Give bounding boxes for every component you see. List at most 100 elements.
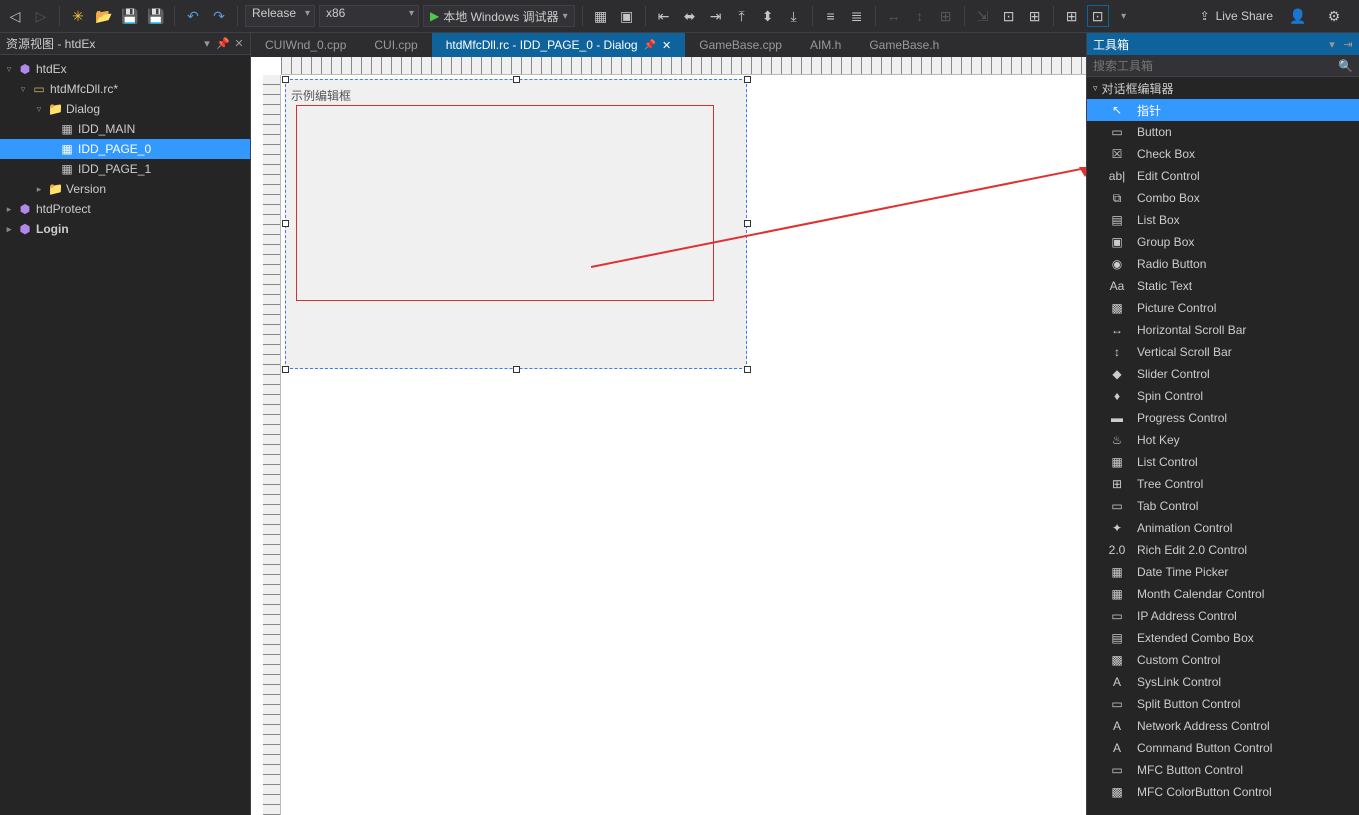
toolbox-item-label: Horizontal Scroll Bar [1137,323,1246,337]
redo-icon[interactable]: ↷ [208,5,230,27]
toolbox-item[interactable]: ♦Spin Control [1087,385,1359,407]
toolbox-search[interactable]: 🔍 [1087,55,1359,77]
tree-label: IDD_MAIN [78,122,135,136]
align-right-icon[interactable]: ⇥ [705,5,727,27]
tb-more-icon[interactable]: ▾ [1113,5,1135,27]
align-top-icon[interactable]: ⤒ [731,5,753,27]
dialog-icon: ▦ [60,122,74,136]
toolbox-item[interactable]: AaStatic Text [1087,275,1359,297]
run-button[interactable]: ▶ 本地 Windows 调试器 ▾ [423,5,575,27]
align-left-icon[interactable]: ⇤ [653,5,675,27]
close-icon[interactable]: ✕ [662,39,671,52]
grid-icon[interactable]: ⊞ [1061,5,1083,27]
toolbox-item[interactable]: ◉Radio Button [1087,253,1359,275]
close-icon[interactable]: ✕ [232,37,246,50]
toolbox-item[interactable]: ▭MFC Button Control [1087,759,1359,781]
toolbox-item[interactable]: ▤List Box [1087,209,1359,231]
guides-icon[interactable]: ⊡ [1087,5,1109,27]
toolbox-item[interactable]: ♨Hot Key [1087,429,1359,451]
toolbox-item[interactable]: ▩Picture Control [1087,297,1359,319]
toolbox-item[interactable]: ⧉Combo Box [1087,187,1359,209]
tab-cui[interactable]: CUI.cpp [360,33,431,57]
edit-control[interactable] [296,105,714,301]
toolbox-item[interactable]: ▤Extended Combo Box [1087,627,1359,649]
dialog-designer[interactable]: 示例编辑框 [251,57,1086,815]
toolbox-item[interactable]: ⊞Tree Control [1087,473,1359,495]
settings-icon[interactable]: ⚙ [1323,5,1345,27]
editor-tabs: CUIWnd_0.cpp CUI.cpp htdMfcDll.rc - IDD_… [251,33,1086,57]
solution-icon: ⬢ [18,202,32,216]
toolbox-item[interactable]: ▦List Control [1087,451,1359,473]
toolbox-search-input[interactable] [1087,59,1332,73]
tb-btn-6[interactable]: ⊞ [1024,5,1046,27]
toolbox-item-label: Month Calendar Control [1137,587,1264,601]
toolbox-item[interactable]: ▭Tab Control [1087,495,1359,517]
tb-btn-5[interactable]: ⊡ [998,5,1020,27]
pane-dropdown-icon[interactable]: ▾ [1325,38,1339,51]
toolbox-item-label: Network Address Control [1137,719,1270,733]
tree-label: Dialog [66,102,100,116]
toolbox-item[interactable]: ACommand Button Control [1087,737,1359,759]
toolbox-item[interactable]: ↔Horizontal Scroll Bar [1087,319,1359,341]
dist-h-icon[interactable]: ≡ [820,5,842,27]
toolbox-item[interactable]: ↖指针 [1087,99,1359,121]
tab-aim-h[interactable]: AIM.h [796,33,855,57]
toolbox-item[interactable]: ▭IP Address Control [1087,605,1359,627]
toolbox-item[interactable]: ◆Slider Control [1087,363,1359,385]
toolbox-item[interactable]: ▣Group Box [1087,231,1359,253]
saveall-icon[interactable]: 💾 [145,5,167,27]
tree-version[interactable]: ▸📁 Version [0,179,250,199]
open-icon[interactable]: 📂 [93,5,115,27]
new-icon[interactable]: ✳ [67,5,89,27]
toolbox-item[interactable]: ASysLink Control [1087,671,1359,693]
undo-icon[interactable]: ↶ [182,5,204,27]
toolbox-group-header[interactable]: ▿ 对话框编辑器 [1087,77,1359,99]
back-icon[interactable]: ◁ [4,5,26,27]
toolbox-item[interactable]: ▦Month Calendar Control [1087,583,1359,605]
toolbar-btn-b[interactable]: ▣ [616,5,638,27]
toolbox-item[interactable]: ☒Check Box [1087,143,1359,165]
toolbox-title: 工具箱 ▾ ⇥ [1087,33,1359,55]
toolbox-item[interactable]: ▭Button [1087,121,1359,143]
tree-login[interactable]: ▸⬢ Login [0,219,250,239]
tree-idd-page0[interactable]: ▦ IDD_PAGE_0 [0,139,250,159]
tree-idd-page1[interactable]: ▦ IDD_PAGE_1 [0,159,250,179]
toolbox-item-label: Radio Button [1137,257,1206,271]
main-toolbar: ◁ ▷ ✳ 📂 💾 💾 ↶ ↷ Release x86 ▶ 本地 Windows… [0,0,1359,33]
tab-htdmfcdll[interactable]: htdMfcDll.rc - IDD_PAGE_0 - Dialog 📌 ✕ [432,33,686,57]
tree-root[interactable]: ▿⬢ htdEx [0,59,250,79]
toolbox-item[interactable]: ↕Vertical Scroll Bar [1087,341,1359,363]
auto-hide-icon[interactable]: ⇥ [1341,38,1355,51]
forward-icon[interactable]: ▷ [30,5,52,27]
platform-combo[interactable]: x86 [319,5,419,27]
toolbox-item[interactable]: ▬Progress Control [1087,407,1359,429]
user-icon[interactable]: 👤 [1287,5,1309,27]
tree-rc[interactable]: ▿▭ htdMfcDll.rc* [0,79,250,99]
toolbox-item[interactable]: 2.0Rich Edit 2.0 Control [1087,539,1359,561]
toolbox-item[interactable]: ▭Split Button Control [1087,693,1359,715]
toolbox-item[interactable]: ▦Date Time Picker [1087,561,1359,583]
align-bot-icon[interactable]: ⤓ [783,5,805,27]
folder-icon: 📁 [48,182,62,196]
align-center-icon[interactable]: ⬌ [679,5,701,27]
liveshare-button[interactable]: ⇪ Live Share [1200,9,1273,23]
config-combo[interactable]: Release [245,5,315,27]
toolbar-btn-a[interactable]: ▦ [590,5,612,27]
tab-gamebase-h[interactable]: GameBase.h [855,33,953,57]
align-mid-icon[interactable]: ⬍ [757,5,779,27]
tree-dialog-folder[interactable]: ▿📁 Dialog [0,99,250,119]
save-icon[interactable]: 💾 [119,5,141,27]
tree-idd-main[interactable]: ▦ IDD_MAIN [0,119,250,139]
pane-dropdown-icon[interactable]: ▾ [200,37,214,50]
toolbox-item[interactable]: ▩Custom Control [1087,649,1359,671]
toolbox-item[interactable]: ANetwork Address Control [1087,715,1359,737]
toolbox-item[interactable]: ▩MFC ColorButton Control [1087,781,1359,803]
tree-htdprotect[interactable]: ▸⬢ htdProtect [0,199,250,219]
tab-gamebase-cpp[interactable]: GameBase.cpp [685,33,796,57]
pin-icon[interactable]: 📌 [644,40,656,51]
toolbox-item[interactable]: ✦Animation Control [1087,517,1359,539]
tab-cuiwnd0[interactable]: CUIWnd_0.cpp [251,33,360,57]
dist-v-icon[interactable]: ≣ [846,5,868,27]
toolbox-item[interactable]: ab|Edit Control [1087,165,1359,187]
pin-icon[interactable]: 📌 [216,37,230,50]
